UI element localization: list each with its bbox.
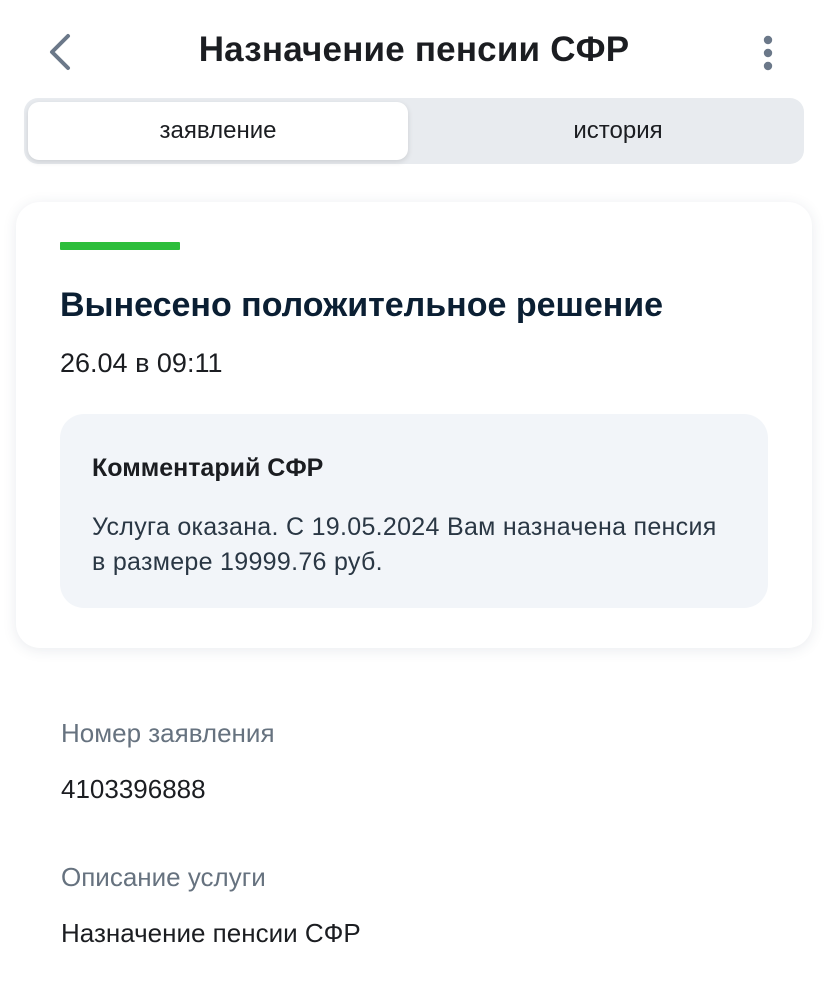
application-number-label: Номер заявления: [61, 718, 275, 748]
tab-application[interactable]: заявление: [28, 102, 408, 160]
more-vertical-icon: [763, 35, 773, 71]
application-number-value: 4103396888: [61, 774, 206, 804]
service-description-value: Назначение пенсии СФР: [61, 918, 361, 948]
tab-history[interactable]: история: [428, 102, 808, 160]
page-title: Назначение пенсии СФР: [198, 30, 630, 69]
service-description-label: Описание услуги: [61, 862, 266, 892]
segmented-tabs: заявление история: [24, 98, 804, 164]
comment-box: Комментарий СФР Услуга оказана. С 19.05.…: [60, 414, 768, 608]
status-card: Вынесено положительное решение 26.04 в 0…: [16, 202, 812, 648]
status-datetime: 26.04 в 09:11: [60, 348, 223, 378]
status-indicator-bar: [60, 242, 180, 250]
screen: Назначение пенсии СФР заявление история …: [0, 0, 828, 991]
comment-title: Комментарий СФР: [92, 454, 324, 482]
header: Назначение пенсии СФР: [0, 0, 828, 100]
comment-text: Услуга оказана. С 19.05.2024 Вам назначе…: [92, 513, 717, 576]
more-menu-button[interactable]: [752, 30, 784, 76]
status-title: Вынесено положительное решение: [60, 286, 664, 324]
